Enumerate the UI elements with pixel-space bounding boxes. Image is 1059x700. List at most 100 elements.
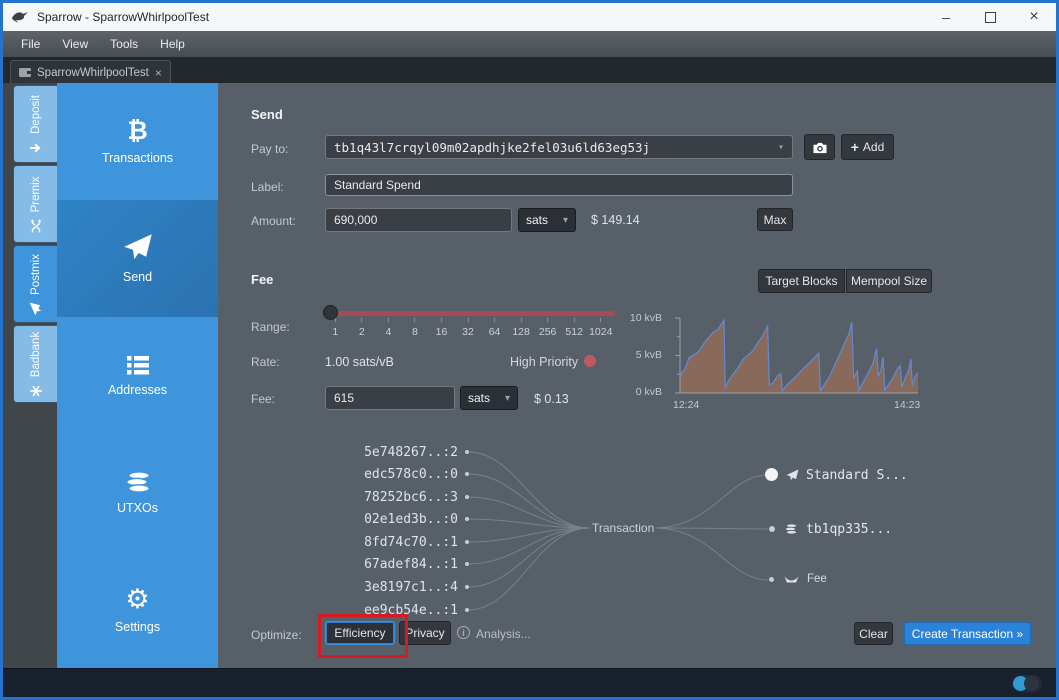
sidebar-item-label: Send xyxy=(122,270,153,284)
sidebar-item-label: Transactions xyxy=(101,150,174,165)
tick-label: 4 xyxy=(375,318,402,338)
tick-label: 2 xyxy=(349,318,376,338)
chart-ytick-0: 0 kvB xyxy=(635,386,662,398)
privacy-label: Privacy xyxy=(405,626,445,640)
tick-label: 128 xyxy=(508,318,535,338)
fee-range-slider-track[interactable] xyxy=(330,311,615,316)
minimize-button[interactable]: – xyxy=(924,3,968,31)
output-bullet xyxy=(769,526,775,532)
mempool-size-label: Mempool Size xyxy=(850,274,928,288)
menu-tools[interactable]: Tools xyxy=(110,37,138,51)
chevron-down-icon[interactable]: ▾ xyxy=(778,142,784,153)
input-bullet xyxy=(465,472,469,476)
priority-label: High Priority xyxy=(510,355,579,369)
account-tab-label: Badbank xyxy=(30,331,42,378)
tx-input: 8fd74c70..:1 xyxy=(364,535,458,550)
menu-view[interactable]: View xyxy=(62,37,88,51)
fee-icon xyxy=(784,576,799,583)
tx-output-fee: Fee xyxy=(807,573,827,585)
fee-header: Fee xyxy=(251,272,274,287)
scan-qr-button[interactable] xyxy=(804,134,835,160)
moon-shadow xyxy=(1024,676,1039,691)
transaction-node: Transaction xyxy=(590,521,657,535)
wallet-icon xyxy=(19,68,31,77)
fee-value: 615 xyxy=(334,391,355,405)
input-bullet xyxy=(465,562,469,566)
fee-unit-select[interactable]: sats ▾ xyxy=(460,386,518,410)
target-blocks-label: Target Blocks xyxy=(765,274,838,288)
rate-value: 1.00 sats/vB xyxy=(325,355,394,369)
fee-fiat: $ 0.13 xyxy=(534,392,569,406)
output-bullet xyxy=(769,577,774,582)
wallet-tab-label: SparrowWhirlpoolTest xyxy=(37,66,149,79)
tab-close-icon[interactable]: × xyxy=(155,66,162,80)
input-bullet xyxy=(465,585,469,589)
menu-bar: File View Tools Help xyxy=(3,31,1056,57)
tx-input: ee9cb54e..:1 xyxy=(364,603,458,618)
sidebar-item-label: Settings xyxy=(114,619,161,634)
tick-label: 1 xyxy=(322,318,349,338)
close-button[interactable]: × xyxy=(1012,3,1056,31)
target-blocks-toggle[interactable]: Target Blocks xyxy=(758,269,845,293)
theme-toggle[interactable] xyxy=(1012,675,1042,692)
sidebar-item-utxos[interactable]: UTXOs xyxy=(57,434,218,551)
minimize-icon: – xyxy=(942,9,950,25)
fee-amount-label: Fee: xyxy=(251,392,276,406)
badbank-star-icon xyxy=(30,385,42,397)
account-tab-label: Deposit xyxy=(30,95,42,134)
coins-icon xyxy=(125,471,150,493)
payto-label: Pay to: xyxy=(251,142,289,156)
sidebar-item-send[interactable]: Send xyxy=(57,200,218,317)
tx-input: 3e8197c1..:4 xyxy=(364,580,458,595)
gear-icon: ⚙ xyxy=(125,583,150,614)
fee-unit: sats xyxy=(468,391,491,405)
add-recipient-button[interactable]: + Add xyxy=(841,134,894,160)
max-button[interactable]: Max xyxy=(757,208,793,231)
sidebar-item-label: Addresses xyxy=(107,383,168,397)
wallet-tab-bar: SparrowWhirlpoolTest × xyxy=(3,57,1056,84)
left-strip xyxy=(3,83,13,668)
tick-label: 32 xyxy=(455,318,482,338)
fee-input[interactable]: 615 xyxy=(325,386,455,410)
tx-input: 78252bc6..:3 xyxy=(364,490,458,505)
window-title: Sparrow - SparrowWhirlpoolTest xyxy=(37,10,210,24)
sidebar-item-settings[interactable]: ⚙ Settings xyxy=(57,551,218,668)
payto-address: tb1q43l7crqyl09m02apdhjke2fel03u6ld63eg5… xyxy=(334,139,651,155)
range-label: Range: xyxy=(251,320,290,334)
tx-input: 67adef84..:1 xyxy=(364,557,458,572)
maximize-button[interactable] xyxy=(968,3,1012,31)
privacy-button[interactable]: Privacy xyxy=(399,621,451,645)
create-transaction-button[interactable]: Create Transaction » xyxy=(904,622,1031,645)
camera-icon xyxy=(813,142,826,153)
send-header: Send xyxy=(251,107,283,122)
payto-combobox[interactable]: tb1q43l7crqyl09m02apdhjke2fel03u6ld63eg5… xyxy=(325,135,793,159)
clear-button[interactable]: Clear xyxy=(854,622,893,645)
output-bullet-selected xyxy=(765,468,778,481)
label-input[interactable]: Standard Spend xyxy=(325,174,793,196)
amount-input[interactable]: 690,000 xyxy=(325,208,512,232)
chart-xtick-end: 14:23 xyxy=(894,399,921,411)
tx-output-payment: Standard S... xyxy=(806,468,908,483)
account-tab-premix[interactable]: Premix xyxy=(13,165,57,243)
input-bullet xyxy=(465,495,469,499)
sidebar-item-transactions[interactable]: ₿ Transactions xyxy=(57,83,218,200)
priority-dot xyxy=(584,355,596,367)
wallet-tab[interactable]: SparrowWhirlpoolTest × xyxy=(10,60,171,84)
amount-unit-select[interactable]: sats ▾ xyxy=(518,208,576,232)
menu-help[interactable]: Help xyxy=(160,37,185,51)
status-bar xyxy=(3,668,1056,697)
tick-label: 256 xyxy=(534,318,561,338)
efficiency-button[interactable]: Efficiency xyxy=(325,621,395,645)
sidebar-item-label: UTXOs xyxy=(117,501,158,515)
account-tab-badbank[interactable]: Badbank xyxy=(13,325,57,403)
account-tab-deposit[interactable]: Deposit xyxy=(13,85,57,163)
analysis-link[interactable]: Analysis... xyxy=(476,627,531,641)
efficiency-label: Efficiency xyxy=(334,626,386,640)
chevron-down-icon: ▾ xyxy=(562,214,568,226)
account-tab-postmix[interactable]: Postmix xyxy=(13,245,57,323)
coins-icon xyxy=(784,523,798,535)
sidebar-item-addresses[interactable]: Addresses xyxy=(57,317,218,434)
tick-label: 16 xyxy=(428,318,455,338)
menu-file[interactable]: File xyxy=(21,37,40,51)
mempool-size-toggle[interactable]: Mempool Size xyxy=(846,269,932,293)
